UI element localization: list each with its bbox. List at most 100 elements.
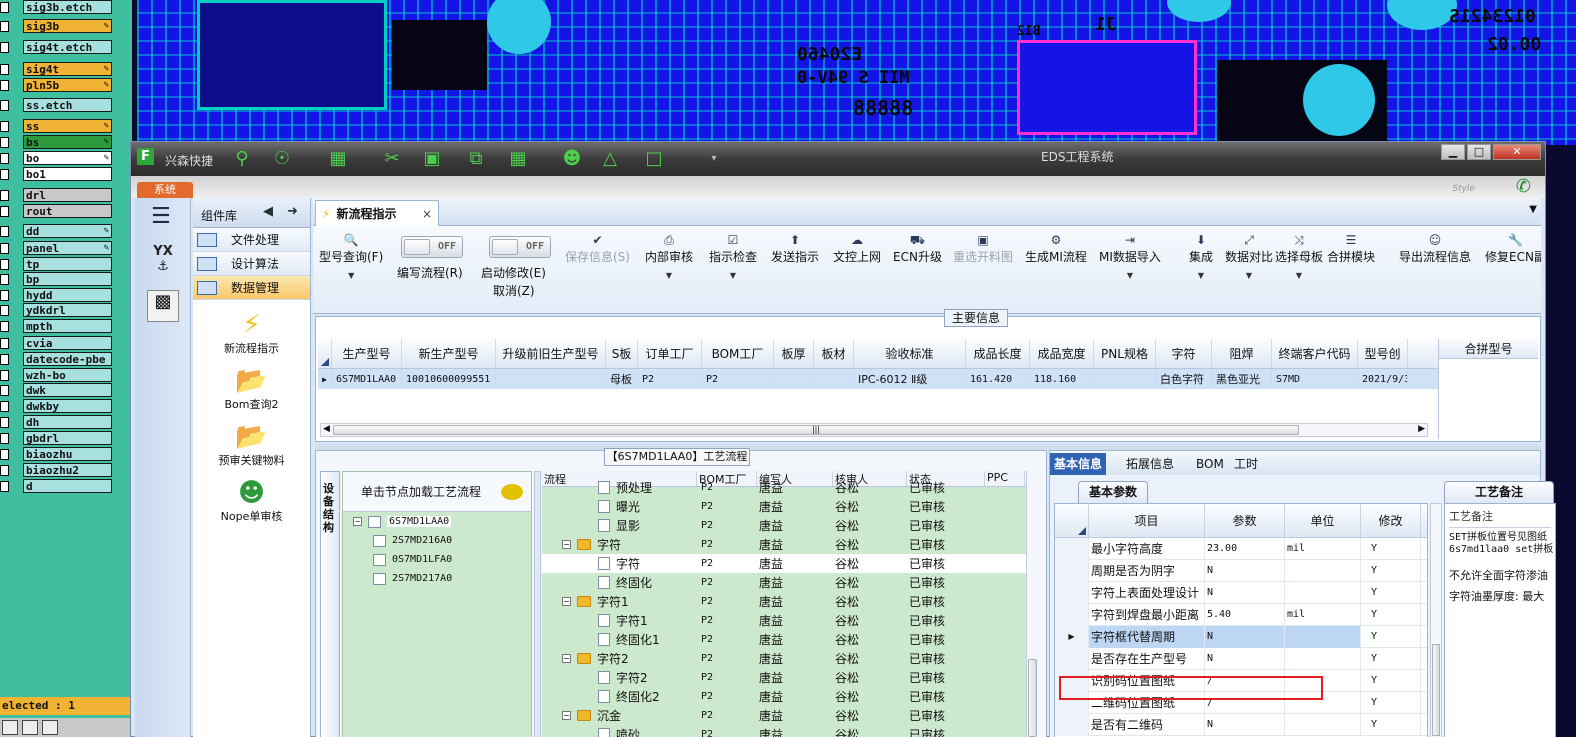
layer-visibility-checkbox[interactable] <box>0 353 9 365</box>
layer-name[interactable]: datecode-pbe <box>23 352 112 366</box>
ribbon-button[interactable]: ⇥ MI数据导入 ▼ <box>1099 232 1161 280</box>
tree-node[interactable]: 2S7MD217A0 <box>343 569 531 588</box>
layer-name[interactable]: mpth <box>23 319 112 333</box>
pcb-canvas[interactable]: E20460 MII S 94V-0 88888 J1 B12 0123421S… <box>137 0 1576 145</box>
layer-name[interactable]: drl <box>23 188 112 202</box>
layer-row[interactable]: bo ✎ <box>0 151 112 165</box>
layer-row[interactable]: dwkby <box>0 399 112 413</box>
param-row[interactable]: 是否有二维码 N Y <box>1055 713 1427 736</box>
layer-visibility-checkbox[interactable] <box>0 289 9 301</box>
ribbon-button[interactable]: ⤢ 数据对比 ▼ <box>1225 232 1273 280</box>
table-cell[interactable]: 2021/9/3 <box>1358 369 1408 389</box>
phone-icon[interactable]: ✆ <box>1516 176 1531 197</box>
layer-row[interactable]: sig3b ✎ <box>0 19 112 33</box>
tool-nope-review[interactable]: ☻ Nope单审核 <box>193 478 310 524</box>
table-row[interactable]: 终固化1 P2 唐益 谷松 已审核 <box>542 630 1036 649</box>
layer-row[interactable]: wzh-bo <box>0 368 112 382</box>
tab-work-hours[interactable]: 工时 <box>1230 453 1262 475</box>
title-bar[interactable]: F 兴森快捷 ⚲ ☉ ▦ ✂ ▣ ⧉ ▦ ☻ △ □ ▾ EDS工程系统 ▁ □… <box>131 142 1545 176</box>
maximize-button[interactable]: □ <box>1467 144 1491 160</box>
grid-icon[interactable]: ▦ <box>327 148 349 170</box>
collapse-icon[interactable]: − <box>562 597 571 606</box>
table-row[interactable]: 喷砂 P2 唐益 谷松 已审核 <box>542 725 1036 737</box>
layer-name[interactable]: bo ✎ <box>23 151 112 165</box>
layer-tool-button[interactable] <box>42 720 58 735</box>
table-row[interactable]: − 字符1 P2 唐益 谷松 已审核 <box>542 592 1036 611</box>
layer-visibility-checkbox[interactable] <box>0 63 9 75</box>
param-value[interactable]: N <box>1205 647 1285 670</box>
param-value[interactable]: N <box>1205 713 1285 736</box>
layer-name[interactable]: biaozhu2 <box>23 463 112 477</box>
layer-name[interactable]: sig4t ✎ <box>23 62 112 76</box>
layer-row[interactable]: tp <box>0 257 112 271</box>
layer-name[interactable]: ss.etch <box>23 98 112 112</box>
tool-bom-query[interactable]: 📂 Bom查询2 <box>193 366 310 412</box>
user-icon[interactable]: ☻ <box>561 148 583 170</box>
layer-visibility-checkbox[interactable] <box>0 464 9 476</box>
tab-extended-info[interactable]: 拓展信息 <box>1122 453 1178 475</box>
layer-visibility-checkbox[interactable] <box>0 384 9 396</box>
tabs-dropdown-icon[interactable]: ▼ <box>1529 204 1537 215</box>
layer-name[interactable]: pln5b ✎ <box>23 78 112 92</box>
table-cell[interactable]: P2 <box>702 369 774 389</box>
layer-visibility-checkbox[interactable] <box>0 258 9 270</box>
tab-bom[interactable]: BOM <box>1192 453 1228 475</box>
layer-visibility-checkbox[interactable] <box>0 304 9 316</box>
layer-tool-button[interactable] <box>22 720 38 735</box>
collapse-icon[interactable]: − <box>353 517 362 526</box>
layer-visibility-checkbox[interactable] <box>0 205 9 217</box>
layer-row[interactable]: dd ✎ <box>0 224 112 238</box>
scroll-right-icon[interactable]: ▶ <box>1418 424 1425 434</box>
layer-row[interactable]: mpth <box>0 319 112 333</box>
table-row[interactable]: ▶ 6S7MD1LAA0 10010600099551 母板 P2 P2 IPC-6012 … <box>318 369 1438 389</box>
column-header[interactable]: S板 <box>606 339 638 368</box>
table-cell[interactable]: P2 <box>638 369 702 389</box>
layer-visibility-checkbox[interactable] <box>0 416 9 428</box>
layer-name[interactable]: dwkby <box>23 399 112 413</box>
layer-visibility-checkbox[interactable] <box>0 120 9 132</box>
customize-qat-icon[interactable]: ▾ <box>703 148 725 170</box>
param-value[interactable]: N <box>1205 625 1285 648</box>
param-value[interactable]: / <box>1205 669 1285 692</box>
scrollbar-thumb[interactable] <box>1028 659 1037 737</box>
start-modify-toggle[interactable]: OFF <box>489 236 551 258</box>
param-row[interactable]: ▶ 字符框代替周期 N Y <box>1055 625 1427 648</box>
close-tab-icon[interactable]: × <box>422 207 432 221</box>
layer-name[interactable]: rout <box>23 204 112 218</box>
nav-file-processing[interactable]: 文件处理 <box>193 228 310 252</box>
table-cell[interactable] <box>774 369 814 389</box>
param-modify[interactable]: Y <box>1361 625 1421 648</box>
table-icon[interactable]: ▦ <box>507 148 529 170</box>
dropdown-arrow-icon[interactable]: ▼ <box>1275 271 1323 280</box>
column-header[interactable]: 单位 <box>1285 504 1361 537</box>
column-header[interactable]: 修改 <box>1361 504 1421 537</box>
layer-visibility-checkbox[interactable] <box>0 480 9 492</box>
table-cell[interactable]: 161.420 <box>966 369 1030 389</box>
layer-row[interactable]: panel ✎ <box>0 241 112 255</box>
column-header[interactable]: 成品长度 <box>966 339 1030 368</box>
table-cell[interactable]: 母板 <box>606 369 638 389</box>
table-row[interactable]: 字符1 P2 唐益 谷松 已审核 <box>542 611 1036 630</box>
column-header[interactable]: 参数 <box>1205 504 1285 537</box>
param-row[interactable]: 识别码位置图纸 / Y <box>1055 669 1427 692</box>
scissors-icon[interactable]: ✂ <box>381 148 403 170</box>
layer-name[interactable]: ss ✎ <box>23 119 112 133</box>
layer-name[interactable]: bo1 <box>23 167 112 181</box>
layer-visibility-checkbox[interactable] <box>0 79 9 91</box>
dropdown-arrow-icon[interactable]: ▼ <box>1099 271 1161 280</box>
layer-visibility-checkbox[interactable] <box>0 337 9 349</box>
layer-row[interactable]: dh <box>0 415 112 429</box>
column-header[interactable]: 终端客户代码 <box>1272 339 1358 368</box>
param-row[interactable]: 是否存在生产型号 N Y <box>1055 647 1427 670</box>
table-row[interactable]: − 沉金 P2 唐益 谷松 已审核 <box>542 706 1036 725</box>
layer-row[interactable]: biaozhu <box>0 447 112 461</box>
table-row[interactable]: 终固化2 P2 唐益 谷松 已审核 <box>542 687 1036 706</box>
ribbon-button[interactable]: ⤨ 选择母板 ▼ <box>1275 232 1323 280</box>
ribbon-button[interactable]: ⛟ ECN升级 <box>893 232 942 265</box>
column-header[interactable]: 订单工厂 <box>638 339 702 368</box>
param-modify[interactable]: Y <box>1361 581 1421 604</box>
layer-name[interactable]: panel ✎ <box>23 241 112 255</box>
layer-row[interactable]: sig4t.etch <box>0 40 112 54</box>
table-row[interactable]: 显影 P2 唐益 谷松 已审核 <box>542 516 1036 535</box>
column-header[interactable]: 新生产型号 <box>402 339 496 368</box>
